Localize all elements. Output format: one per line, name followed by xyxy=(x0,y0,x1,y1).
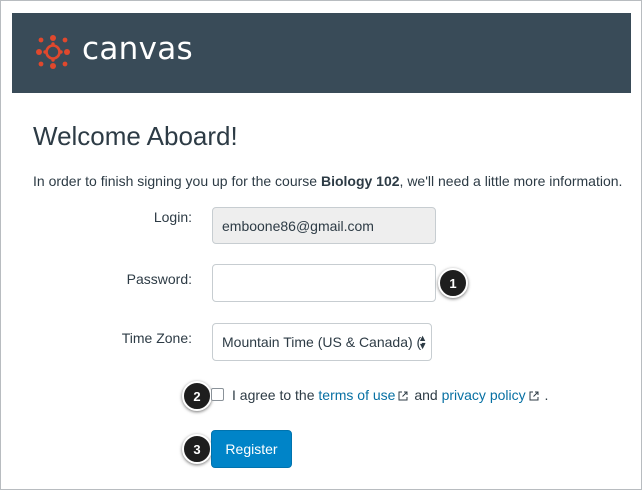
intro-text: In order to finish signing you up for th… xyxy=(33,173,622,189)
page-title: Welcome Aboard! xyxy=(33,121,238,151)
period-text: . xyxy=(544,387,549,403)
callout-3-badge: 3 xyxy=(182,434,212,464)
select-arrows-icon: ▲ ▼ xyxy=(418,333,427,351)
login-value: emboone86@gmail.com xyxy=(222,217,374,234)
register-button[interactable]: Register xyxy=(211,430,292,468)
agree-text: I agree to the terms of use and privacy … xyxy=(232,387,548,403)
and-text: and xyxy=(414,387,438,403)
external-link-icon xyxy=(529,391,539,401)
login-field: emboone86@gmail.com xyxy=(212,207,436,244)
timezone-label: Time Zone: xyxy=(121,330,192,346)
timezone-value: Mountain Time (US & Canada) (- xyxy=(222,334,426,350)
agree-checkbox[interactable] xyxy=(211,388,224,401)
canvas-logo-icon xyxy=(36,35,70,69)
logo-text: canvas xyxy=(82,31,193,67)
privacy-policy-link[interactable]: privacy policy xyxy=(442,387,526,403)
intro-before: In order to finish signing you up for th… xyxy=(33,173,321,189)
browser-frame: canvas Welcome Aboard! In order to finis… xyxy=(0,0,642,490)
password-field[interactable] xyxy=(212,264,436,302)
intro-after: , we'll need a little more information. xyxy=(399,173,623,189)
terms-of-use-link[interactable]: terms of use xyxy=(318,387,395,403)
timezone-select[interactable]: Mountain Time (US & Canada) (- ▲ ▼ xyxy=(212,323,432,361)
password-label: Password: xyxy=(126,271,192,287)
callout-1-badge: 1 xyxy=(438,268,468,298)
callout-2-badge: 2 xyxy=(182,381,212,411)
login-label: Login: xyxy=(153,209,192,225)
header-bar: canvas xyxy=(12,13,631,93)
course-name: Biology 102 xyxy=(320,173,400,189)
external-link-icon xyxy=(398,391,408,401)
agree-prefix: I agree to the xyxy=(232,387,315,403)
